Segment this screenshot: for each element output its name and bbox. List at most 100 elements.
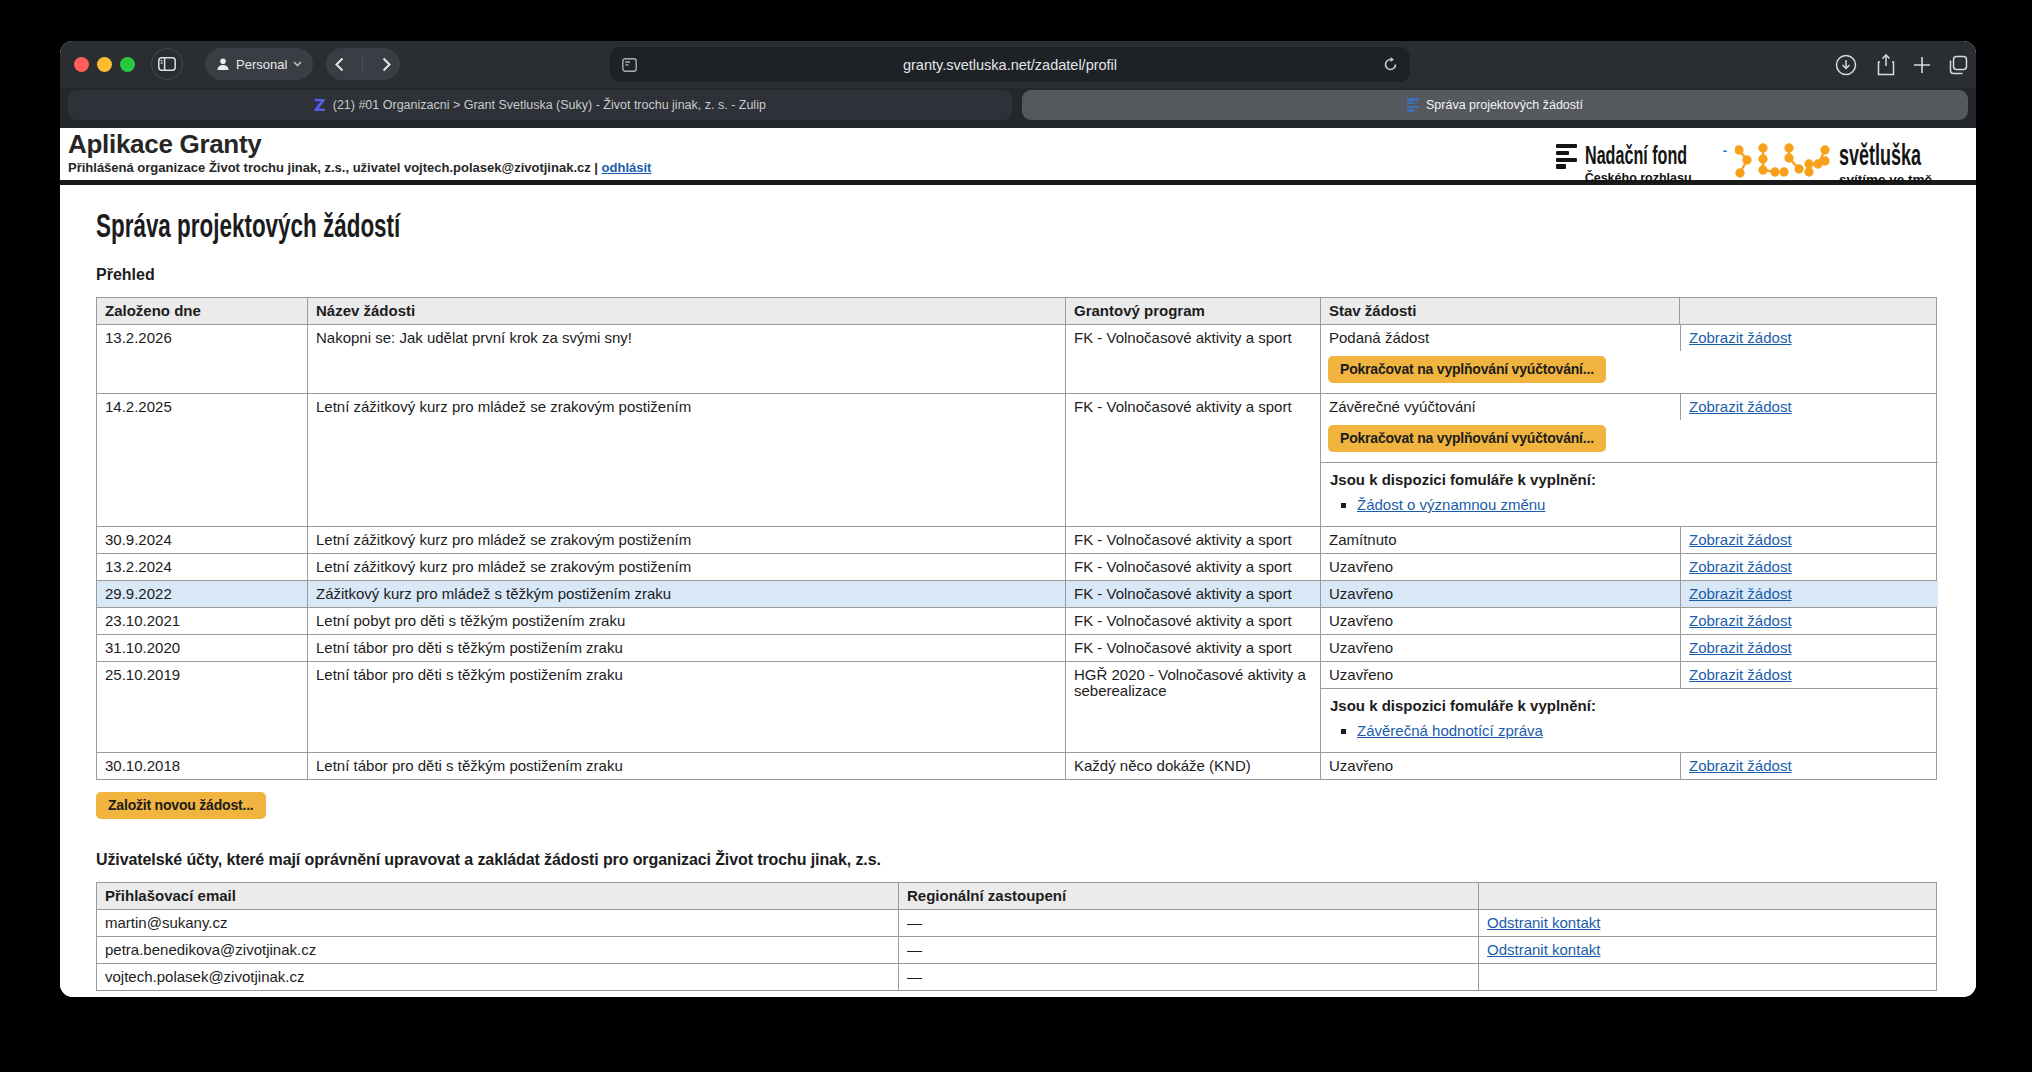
cell-name: Letní tábor pro děti s těžkým postižením… — [308, 635, 1066, 661]
col-header: Stav žádosti — [1321, 298, 1680, 324]
status-text: Uzavřeno — [1321, 608, 1680, 634]
cell-date: 31.10.2020 — [97, 635, 308, 661]
col-header: Přihlašovací email — [97, 883, 899, 909]
tab-title: (21) #01 Organizacni > Grant Svetluska (… — [333, 98, 766, 112]
blue-dash: - — [1723, 143, 1727, 158]
share-button[interactable] — [1873, 52, 1899, 78]
view-application-link[interactable]: Zobrazit žádost — [1689, 398, 1792, 415]
remove-contact-link[interactable]: Odstranit kontakt — [1487, 914, 1600, 931]
status-text: Závěrečné vyúčtování — [1321, 394, 1680, 420]
status-text: Uzavřeno — [1321, 554, 1680, 580]
profile-button[interactable]: Personal — [205, 48, 313, 80]
view-application-link[interactable]: Zobrazit žádost — [1689, 612, 1792, 629]
cell-status: Uzavřeno Zobrazit žádost — [1321, 753, 1938, 779]
cell-program: FK - Volnočasové aktivity a sport — [1066, 527, 1321, 553]
form-link[interactable]: Závěrečná hodnotící zpráva — [1357, 722, 1543, 739]
continue-settlement-button[interactable]: Pokračovat na vyplňování vyúčtování... — [1328, 356, 1606, 383]
continue-settlement-button[interactable]: Pokračovat na vyplňování vyúčtování... — [1328, 425, 1606, 452]
zulip-favicon: Z — [314, 96, 326, 115]
cell-program: HGŘ 2020 - Volnočasové aktivity a sebere… — [1066, 662, 1321, 752]
forward-button[interactable] — [382, 57, 391, 72]
cell-name: Letní zážitkový kurz pro mládež se zrako… — [308, 394, 1066, 526]
cell-name: Letní zážitkový kurz pro mládež se zrako… — [308, 554, 1066, 580]
cell-date: 13.2.2024 — [97, 554, 308, 580]
cell-program: FK - Volnočasové aktivity a sport — [1066, 325, 1321, 393]
view-application-link[interactable]: Zobrazit žádost — [1689, 639, 1792, 656]
status-text: Uzavřeno — [1321, 753, 1680, 779]
user-row: vojtech.polasek@zivotjinak.cz — — [97, 963, 1936, 990]
users-table-header: Přihlašovací email Regionální zastoupení — [97, 883, 1936, 909]
cell-program: FK - Volnočasové aktivity a sport — [1066, 394, 1321, 526]
user-row: petra.benedikova@zivotjinak.cz — Odstran… — [97, 936, 1936, 963]
cell-region: — — [899, 937, 1479, 963]
forms-available-heading: Jsou k dispozici fomuláře k vyplnění: — [1330, 471, 1929, 489]
cell-status: Zamítnuto Zobrazit žádost — [1321, 527, 1938, 553]
form-link[interactable]: Žádost o významnou změnu — [1357, 496, 1545, 513]
col-header-empty — [1479, 883, 1936, 909]
user-row: martin@sukany.cz — Odstranit kontakt — [97, 909, 1936, 936]
plus-icon — [1913, 56, 1931, 74]
tab-overview-button[interactable] — [1945, 52, 1971, 78]
profile-label: Personal — [236, 57, 287, 72]
application-row: 30.10.2018 Letní tábor pro děti s těžkým… — [97, 752, 1936, 779]
logout-link[interactable]: odhlásit — [602, 160, 652, 175]
cell-date: 23.10.2021 — [97, 608, 308, 634]
close-window-button[interactable] — [74, 57, 89, 72]
users-section-heading: Uživatelské účty, které mají oprávnění u… — [96, 850, 1937, 869]
forms-available-heading: Jsou k dispozici fomuláře k vyplnění: — [1330, 697, 1929, 715]
new-application-button[interactable]: Založit novou žádost... — [96, 792, 266, 819]
person-icon — [216, 57, 230, 71]
view-application-link[interactable]: Zobrazit žádost — [1689, 531, 1792, 548]
address-bar[interactable]: granty.svetluska.net/zadatel/profil — [610, 47, 1410, 82]
minimize-window-button[interactable] — [97, 57, 112, 72]
application-row: 29.9.2022 Zážitkový kurz pro mládež s tě… — [97, 580, 1936, 607]
cell-region: — — [899, 910, 1479, 936]
page-settings-icon[interactable] — [622, 58, 637, 72]
cell-region: — — [899, 964, 1479, 990]
reload-icon[interactable] — [1383, 57, 1398, 72]
url-text: granty.svetluska.net/zadatel/profil — [637, 57, 1383, 73]
application-row: 13.2.2024 Letní zážitkový kurz pro mláde… — [97, 553, 1936, 580]
sidebar-icon — [158, 57, 176, 71]
cell-date: 14.2.2025 — [97, 394, 308, 526]
applications-table: Založeno dne Název žádosti Grantový prog… — [96, 297, 1937, 780]
application-row: 23.10.2021 Letní pobyt pro děti s těžkým… — [97, 607, 1936, 634]
view-application-link[interactable]: Zobrazit žádost — [1689, 558, 1792, 575]
tab-granty[interactable]: Správa projektových žádostí — [1022, 90, 1968, 120]
tab-title: Správa projektových žádostí — [1426, 98, 1583, 112]
logos: Nadační fond Českého rozhlasu - — [1556, 130, 1963, 187]
view-application-link[interactable]: Zobrazit žádost — [1689, 329, 1792, 346]
logged-in-info: Přihlášená organizace Život trochu jinak… — [68, 160, 651, 175]
granty-favicon — [1407, 98, 1419, 111]
cell-status: Uzavřeno Zobrazit žádost — [1321, 581, 1938, 607]
main-content: Správa projektových žádostí Přehled Zalo… — [60, 207, 1976, 991]
cell-name: Nakopni se: Jak udělat první krok za svý… — [308, 325, 1066, 393]
tab-bar: Z (21) #01 Organizacni > Grant Svetluska… — [60, 88, 1976, 128]
cell-email: martin@sukany.cz — [97, 910, 899, 936]
svetluska-logo: - světluš — [1723, 140, 1963, 187]
view-application-link[interactable]: Zobrazit žádost — [1689, 666, 1792, 683]
cell-email: petra.benedikova@zivotjinak.cz — [97, 937, 899, 963]
cell-program: Každý něco dokáže (KND) — [1066, 753, 1321, 779]
back-button[interactable] — [335, 57, 344, 72]
page-title: Správa projektových žádostí — [96, 207, 1348, 245]
cell-name: Letní tábor pro děti s těžkým postižením… — [308, 753, 1066, 779]
col-header: Založeno dne — [97, 298, 308, 324]
view-application-link[interactable]: Zobrazit žádost — [1689, 585, 1792, 602]
firefly-constellation-icon — [1735, 142, 1831, 182]
col-header-empty — [1680, 298, 1936, 324]
download-icon — [1835, 54, 1857, 76]
downloads-button[interactable] — [1833, 52, 1859, 78]
remove-contact-link[interactable]: Odstranit kontakt — [1487, 941, 1600, 958]
cell-name: Zážitkový kurz pro mládež s těžkým posti… — [308, 581, 1066, 607]
cell-program: FK - Volnočasové aktivity a sport — [1066, 608, 1321, 634]
new-tab-button[interactable] — [1909, 52, 1935, 78]
view-application-link[interactable]: Zobrazit žádost — [1689, 757, 1792, 774]
tab-zulip[interactable]: Z (21) #01 Organizacni > Grant Svetluska… — [68, 90, 1012, 120]
application-row: 13.2.2026 Nakopni se: Jak udělat první k… — [97, 324, 1936, 393]
col-header: Regionální zastoupení — [899, 883, 1479, 909]
site-title: Aplikace Granty — [68, 130, 651, 160]
cell-email: vojtech.polasek@zivotjinak.cz — [97, 964, 899, 990]
zoom-window-button[interactable] — [120, 57, 135, 72]
sidebar-toggle-button[interactable] — [151, 48, 183, 80]
